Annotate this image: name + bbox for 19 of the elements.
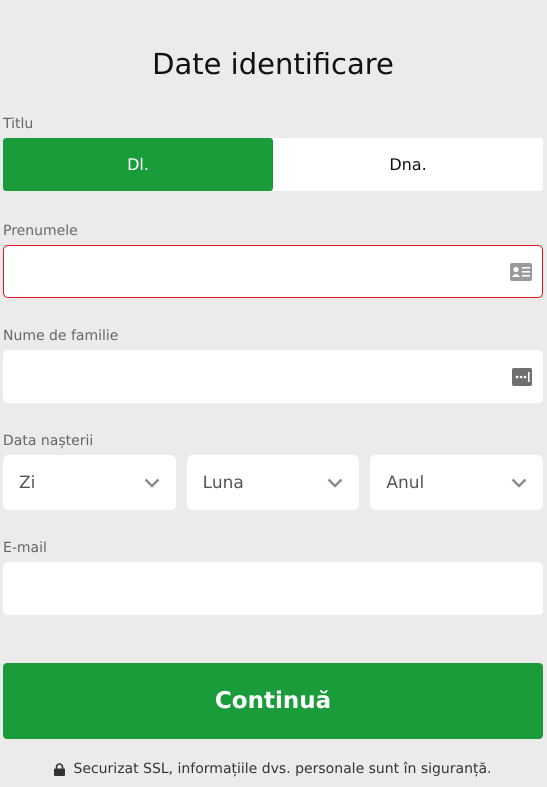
title-option[interactable]: Dl. bbox=[3, 138, 273, 191]
form-title: Date identificare bbox=[152, 46, 394, 83]
field-label: Nume de familie bbox=[3, 328, 118, 344]
security-note: Securizat SSL, informațiile dvs. personale sunt în siguranță. bbox=[73, 761, 492, 777]
input-field[interactable] bbox=[3, 245, 543, 298]
field-label: Prenumele bbox=[3, 223, 78, 239]
chevron-down-icon bbox=[511, 478, 528, 488]
date-select[interactable]: Luna bbox=[186, 455, 360, 510]
field-label: Data nașterii bbox=[3, 433, 94, 449]
password-dots-icon bbox=[512, 368, 532, 386]
chevron-down-icon bbox=[144, 478, 160, 488]
date-select[interactable]: Zi bbox=[3, 455, 176, 510]
date-select[interactable]: Anul bbox=[370, 455, 544, 510]
field-label: Titlu bbox=[3, 116, 34, 132]
chevron-down-icon bbox=[327, 478, 344, 488]
lock-icon bbox=[54, 762, 66, 776]
continue-button[interactable]: Continuă bbox=[3, 663, 543, 739]
field-label: E-mail bbox=[3, 540, 47, 556]
id-card-icon bbox=[510, 262, 532, 280]
